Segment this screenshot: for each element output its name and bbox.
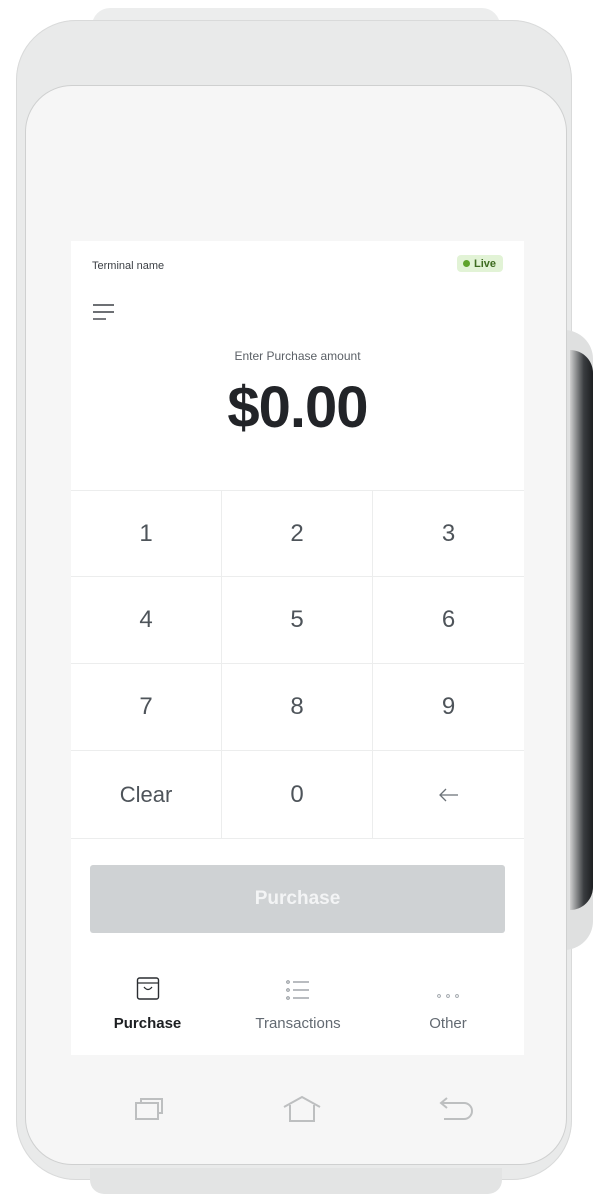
key-6[interactable]: 6 xyxy=(373,577,524,664)
device-bottom-housing xyxy=(90,1168,502,1194)
tab-other[interactable]: Other xyxy=(372,971,524,1055)
tab-purchase-label: Purchase xyxy=(113,1015,182,1032)
terminal-screen: Terminal name Live Enter Purchase amount… xyxy=(71,241,524,1055)
backspace-key[interactable] xyxy=(373,751,524,838)
live-status-label: Live xyxy=(473,257,496,270)
key-2[interactable]: 2 xyxy=(222,491,373,577)
tab-other-label: Other xyxy=(429,1015,467,1032)
key-9[interactable]: 9 xyxy=(373,664,524,751)
status-dot-icon xyxy=(462,260,470,267)
top-bar: Terminal name Live xyxy=(71,241,524,301)
recent-apps-icon[interactable] xyxy=(130,1095,166,1128)
hamburger-menu-icon[interactable] xyxy=(92,301,116,325)
numeric-keypad: 1 2 3 4 5 6 7 8 9 Clear 0 xyxy=(71,490,524,839)
key-3[interactable]: 3 xyxy=(373,491,524,577)
live-status-badge: Live xyxy=(456,255,503,272)
key-5[interactable]: 5 xyxy=(222,577,373,664)
key-7[interactable]: 7 xyxy=(71,664,222,751)
back-arrow-icon xyxy=(438,781,460,809)
purchase-button[interactable]: Purchase xyxy=(90,865,505,933)
tab-transactions[interactable]: Transactions xyxy=(224,971,372,1055)
home-icon[interactable] xyxy=(282,1095,322,1128)
more-dots-icon xyxy=(436,971,460,1001)
key-1[interactable]: 1 xyxy=(71,491,222,577)
amount-display: $0.00 xyxy=(227,375,368,440)
clear-key[interactable]: Clear xyxy=(71,751,222,838)
terminal-name: Terminal name xyxy=(92,260,165,272)
tab-transactions-label: Transactions xyxy=(255,1015,341,1032)
back-icon[interactable] xyxy=(436,1095,474,1128)
tab-purchase[interactable]: Purchase xyxy=(71,971,224,1055)
key-0[interactable]: 0 xyxy=(222,751,373,838)
bottom-tab-bar: Purchase Transactions Other xyxy=(71,971,524,1055)
device-navigation-bar xyxy=(26,1085,566,1135)
list-icon xyxy=(285,971,311,1001)
amount-label: Enter Purchase amount xyxy=(234,349,361,363)
key-4[interactable]: 4 xyxy=(71,577,222,664)
key-8[interactable]: 8 xyxy=(222,664,373,751)
shopping-bag-icon xyxy=(136,971,160,1001)
device-side-button xyxy=(564,330,593,950)
